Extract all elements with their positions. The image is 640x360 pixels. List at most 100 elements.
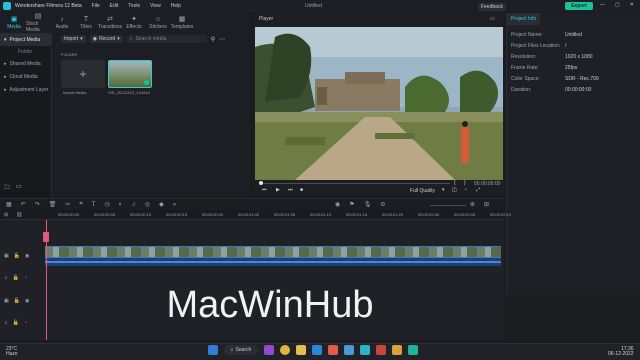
seek-handle[interactable] (259, 181, 263, 185)
tab-transitions[interactable]: ⇄ Transitions (98, 13, 122, 33)
prop-row: Duration: 00:00:00:00 (511, 86, 592, 93)
chrome-icon[interactable] (280, 345, 290, 355)
lock-icon[interactable]: 🔓 (13, 275, 19, 281)
redo-icon[interactable]: ↷ (35, 201, 40, 208)
screenshot-icon[interactable]: ◫ (452, 187, 457, 193)
quality-select[interactable]: Full Quality (410, 188, 435, 194)
tab-templates[interactable]: ▦ Templates (170, 13, 194, 33)
record-button[interactable]: ◉ Record ▾ (89, 35, 123, 43)
filmora-taskbar-icon[interactable] (408, 345, 418, 355)
file-explorer-icon[interactable] (296, 345, 306, 355)
video-clip[interactable] (45, 246, 501, 258)
menu-help[interactable]: Help (171, 3, 181, 9)
sidebar-item-folder[interactable]: Folder (0, 46, 51, 57)
preview-frame (255, 27, 503, 180)
layout-icon[interactable]: ▦ (6, 201, 12, 208)
sidebar-item-project-media[interactable]: ▾ Project Media (0, 33, 51, 46)
speed-icon[interactable]: ◷ (104, 201, 109, 208)
windows-start-icon[interactable] (208, 345, 218, 355)
menu-edit[interactable]: Edit (110, 3, 119, 9)
render-icon[interactable]: ◉ (335, 201, 340, 208)
import-media-tile[interactable]: + (61, 60, 105, 88)
media-clip-thumbnail[interactable] (108, 60, 152, 88)
speaker-icon[interactable]: ◔ (24, 320, 27, 326)
crop-icon[interactable]: ⌗ (79, 201, 82, 208)
undo-icon[interactable]: ↶ (21, 201, 26, 208)
color-icon[interactable]: ◐ (119, 202, 123, 208)
feedback-button[interactable]: Feedback (478, 3, 506, 11)
search-icon: ⌕ (230, 347, 234, 353)
stop-icon[interactable]: ■ (300, 187, 303, 193)
speaker-icon[interactable]: ◔ (24, 275, 27, 281)
search-input[interactable]: ⌕ Search media (126, 35, 207, 43)
video-preview[interactable] (255, 27, 503, 180)
marker-icon[interactable]: ⚑ (349, 201, 354, 208)
timeline-ruler[interactable]: ⊞ ⛓ 00:00:00:00 00:00:00:05 00:00:00:10 00:… (0, 210, 511, 220)
keyframe-icon[interactable]: ◆ (159, 201, 164, 208)
zoom-slider[interactable] (430, 205, 466, 206)
chat-icon[interactable] (264, 345, 274, 355)
app-icon[interactable] (376, 345, 386, 355)
mark-in-icon[interactable]: { (454, 180, 456, 186)
lock-icon[interactable]: 🔓 (14, 298, 20, 304)
play-icon[interactable]: ▶ (276, 187, 280, 193)
minimize-icon[interactable]: — (600, 2, 605, 8)
weather-widget[interactable]: 23°C Haze (6, 347, 18, 357)
voiceover-icon[interactable]: 🎙 (364, 201, 372, 208)
more-icon[interactable]: » (173, 202, 176, 208)
more-icon[interactable]: ⋯ (219, 36, 225, 43)
app-icon[interactable] (328, 345, 338, 355)
tab-effects[interactable]: ✦ Effects (122, 13, 146, 33)
app-icon[interactable] (392, 345, 402, 355)
taskbar-search[interactable]: ⌕ Search (224, 345, 258, 355)
volume-icon[interactable]: ◔ (464, 187, 467, 193)
zoom-in-icon[interactable]: ⊕ (470, 201, 475, 208)
taskbar-apps: ⌕ Search (208, 345, 418, 355)
lock-icon[interactable]: 🔓 (13, 320, 19, 326)
store-icon[interactable] (360, 345, 370, 355)
folder-icon[interactable]: ▭ (16, 183, 22, 190)
mask-icon[interactable]: ◎ (145, 201, 150, 208)
maximize-icon[interactable]: ▢ (615, 2, 620, 8)
menu-tools[interactable]: Tools (128, 3, 140, 9)
import-button[interactable]: Import ▾ (61, 35, 86, 43)
audio-icon[interactable]: ♫ (131, 202, 136, 208)
text-icon[interactable]: T (92, 202, 96, 208)
filter-icon[interactable]: ⚲ (211, 36, 215, 43)
grid-icon[interactable]: ⊞ (484, 201, 489, 208)
audio-clip[interactable] (45, 258, 501, 266)
add-track-icon[interactable]: ⊞ (4, 212, 8, 218)
tab-stock-media[interactable]: ▤ Stock Media (26, 13, 50, 33)
zoom-out-icon[interactable]: ⊖ (380, 201, 385, 208)
mail-icon[interactable] (344, 345, 354, 355)
sidebar-item-adjustment-layer[interactable]: ▸ Adjustment Layer (0, 83, 51, 96)
snapshot-icon[interactable]: ▭ (490, 16, 495, 22)
mark-out-icon[interactable]: } (464, 180, 466, 186)
close-icon[interactable]: ✕ (630, 2, 634, 8)
sidebar-item-cloud-media[interactable]: ▸ Cloud Media (0, 70, 51, 83)
music-note-icon: ♪ (60, 16, 64, 23)
tab-media[interactable]: ▣ Media (2, 13, 26, 33)
lock-icon[interactable]: 🔓 (14, 253, 20, 259)
tab-audio[interactable]: ♪ Audio (50, 13, 74, 33)
delete-icon[interactable]: 🗑 (49, 201, 57, 208)
prev-frame-icon[interactable]: ⏮ (262, 187, 267, 193)
tab-stickers[interactable]: ☺ Stickers (146, 13, 170, 33)
seek-bar[interactable] (260, 183, 450, 184)
tab-titles[interactable]: T Titles (74, 13, 98, 33)
edge-icon[interactable] (312, 345, 322, 355)
eye-icon[interactable]: ◉ (25, 253, 29, 259)
link-icon[interactable]: ⛓ (16, 212, 22, 218)
new-folder-icon[interactable]: 🗀 (4, 183, 10, 193)
menu-file[interactable]: File (92, 3, 100, 9)
fullscreen-icon[interactable]: ⤢ (476, 187, 480, 193)
clock[interactable]: 17:36 06-12-2022 (608, 347, 634, 357)
menu-view[interactable]: View (150, 3, 161, 9)
eye-icon[interactable]: ◉ (25, 298, 29, 304)
cut-icon[interactable]: ✂ (65, 201, 70, 208)
next-frame-icon[interactable]: ⏭ (288, 187, 293, 193)
playhead-handle[interactable] (43, 232, 49, 242)
tab-project-info[interactable]: Project Info (507, 13, 541, 25)
export-button[interactable]: Export (565, 2, 593, 10)
sidebar-item-shared-media[interactable]: ▸ Shared Media (0, 57, 51, 70)
